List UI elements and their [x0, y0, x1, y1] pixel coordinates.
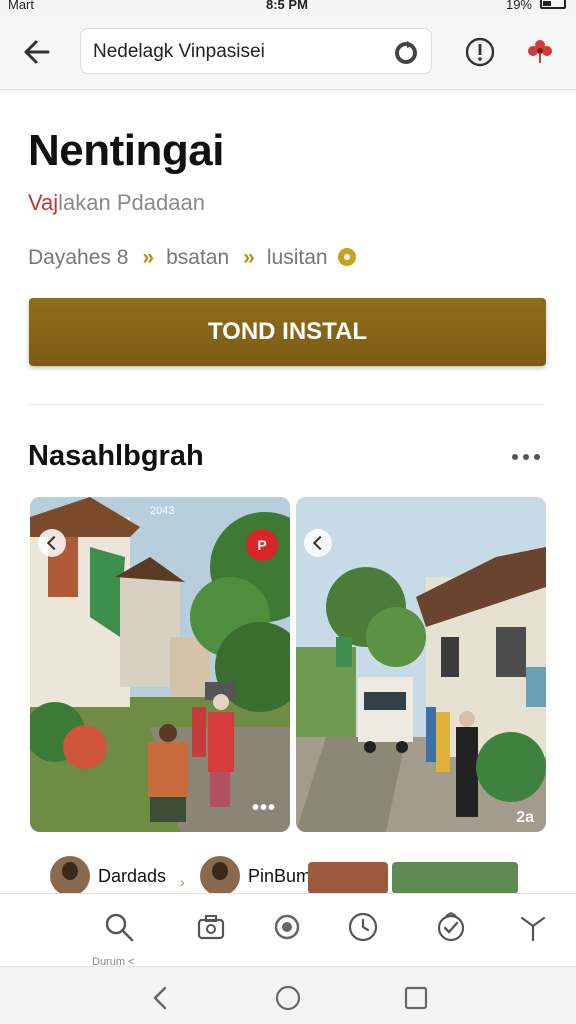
profile-name: Dardads: [98, 866, 167, 886]
info-dot-icon: [337, 248, 356, 266]
app-screen: Mart 8:5 PM 19% Nedelagk Vinpasisei Nent…: [0, 0, 576, 1024]
eye-icon[interactable]: [270, 910, 304, 944]
breadcrumb-separator: »: [142, 246, 155, 269]
street-scene-image: [296, 497, 546, 832]
subtitle-rest: lakan Pdadaan: [58, 190, 205, 215]
camera-icon[interactable]: [194, 910, 228, 944]
battery-percent: 19%: [505, 0, 532, 12]
nav-recents-icon[interactable]: [403, 985, 429, 1011]
image-action-button[interactable]: P: [246, 529, 278, 561]
more-options-icon[interactable]: [510, 450, 542, 464]
info-icon[interactable]: [464, 36, 496, 68]
check-badge-icon[interactable]: [434, 910, 468, 944]
breadcrumb-item[interactable]: lusitan: [267, 246, 328, 269]
more-dots-icon[interactable]: •••: [252, 797, 276, 820]
install-button[interactable]: TOND INSTAL: [29, 298, 546, 366]
subtitle-lead: Vaj: [28, 190, 59, 215]
breadcrumb-item[interactable]: bsatan: [166, 246, 229, 269]
more-count-label: 2a: [516, 809, 534, 826]
avatar: [200, 856, 240, 896]
divider: [28, 404, 544, 405]
status-bar: Mart 8:5 PM 19%: [0, 0, 576, 14]
nav-back-icon[interactable]: [148, 985, 174, 1011]
image-badge: 2043: [150, 505, 175, 517]
profiles-row: Dardads › PinBumnelees: [28, 848, 548, 898]
flower-icon[interactable]: [524, 36, 556, 68]
back-arrow-icon[interactable]: [18, 34, 58, 70]
app-subtitle: Vajlakan Pdadaan: [28, 190, 205, 216]
thumbnail[interactable]: [308, 862, 388, 894]
refresh-icon[interactable]: [393, 39, 419, 65]
section-title: Nasahlbgrah: [28, 440, 204, 472]
prev-arrow-icon[interactable]: [304, 529, 332, 557]
clock-icon[interactable]: [346, 910, 380, 944]
screenshot-card[interactable]: 2a: [296, 497, 546, 832]
breadcrumb-separator: »: [243, 246, 255, 269]
breadcrumb-item[interactable]: Dayahes 8: [28, 246, 128, 269]
carrier-label: Mart: [8, 0, 34, 12]
clock-label: 8:5 PM: [266, 0, 308, 12]
app-bar: Nedelagk Vinpasisei: [0, 14, 576, 90]
breadcrumb: Dayahes 8 » bsatan » lusitan: [28, 246, 356, 270]
nav-home-icon[interactable]: [275, 985, 301, 1011]
avatar: [50, 856, 90, 896]
system-nav-bar: [0, 966, 576, 1024]
chevron-right-icon: ›: [180, 874, 185, 890]
bottom-toolbar: Durum <: [0, 893, 576, 968]
search-icon[interactable]: [102, 910, 136, 944]
screenshot-card[interactable]: 2043 P •••: [30, 497, 290, 832]
battery-icon: [540, 0, 566, 9]
thumbnail[interactable]: [392, 862, 518, 894]
search-field[interactable]: Nedelagk Vinpasisei: [80, 28, 432, 74]
app-title: Nentingai: [28, 126, 224, 175]
search-query: Nedelagk Vinpasisei: [93, 41, 265, 62]
antenna-icon[interactable]: [516, 910, 550, 944]
prev-arrow-icon[interactable]: [38, 529, 66, 557]
